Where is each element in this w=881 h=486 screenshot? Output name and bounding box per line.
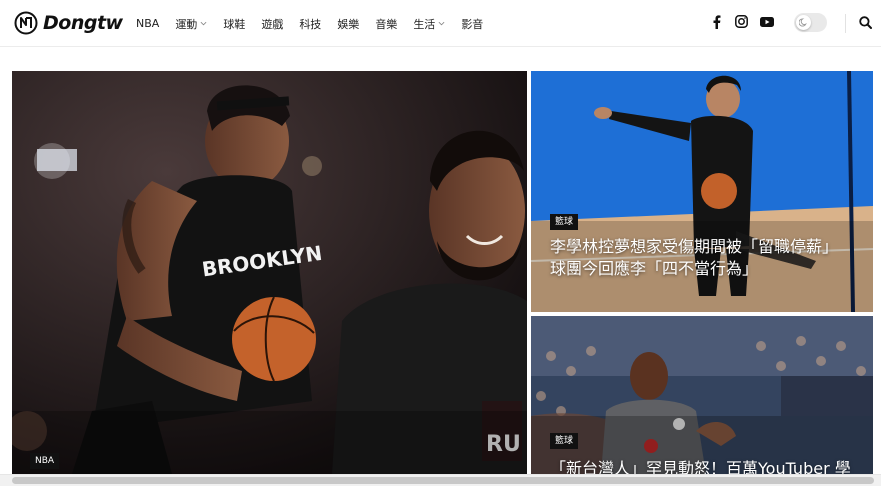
nav-item-label: 運動 [175, 17, 198, 31]
logo-text: Dongtw [43, 12, 123, 34]
hero-right-bottom-image [531, 316, 873, 474]
category-badge[interactable]: NBA [30, 453, 60, 469]
nav-item-label: NBA [136, 17, 160, 30]
horizontal-scrollbar[interactable] [0, 474, 881, 486]
category-badge[interactable]: 籃球 [550, 214, 579, 230]
nav-item-label: 影音 [461, 17, 484, 31]
facebook-link[interactable] [712, 15, 721, 29]
nav-item-video[interactable]: 影音 [461, 16, 483, 32]
nav-item-label: 生活 [413, 17, 436, 31]
hero-main-article[interactable]: BROOKLYN RU NBA [12, 71, 527, 474]
article-title-line: 李學林控夢想家受傷期間被「留職停薪」 [550, 237, 839, 256]
site-logo[interactable]: Dongtw [14, 10, 123, 36]
nav-item-label: 遊戲 [261, 17, 284, 31]
moon-icon [799, 18, 807, 27]
article-title[interactable]: 「新台灣人」罕見動怒！百萬YouTuber 學 [550, 458, 873, 474]
nav-item-tech[interactable]: 科技 [299, 16, 321, 32]
toggle-knob [796, 15, 811, 30]
nav-item-sports[interactable]: 運動 [175, 16, 207, 32]
nav-item-label: 音樂 [375, 17, 398, 31]
category-badge[interactable]: 籃球 [550, 433, 579, 449]
nav-item-sneakers[interactable]: 球鞋 [223, 16, 245, 32]
nav-item-entertainment[interactable]: 娛樂 [337, 16, 359, 32]
site-header: Dongtw NBA 運動 球鞋 遊戲 科技 娛樂 音樂 生活 影音 [0, 0, 881, 47]
chevron-down-icon [438, 21, 445, 26]
nav-item-nba[interactable]: NBA [136, 17, 159, 30]
dark-mode-toggle[interactable] [794, 13, 827, 32]
logo-mark-icon [14, 11, 38, 35]
facebook-icon [713, 15, 721, 29]
search-icon [859, 16, 872, 29]
main-nav: NBA 運動 球鞋 遊戲 科技 娛樂 音樂 生活 影音 [136, 0, 499, 47]
article-title-line: 球團今回應李「四不當行為」 [550, 259, 759, 278]
chevron-down-icon [200, 21, 207, 26]
hero-right-top-article[interactable]: 籃球 李學林控夢想家受傷期間被「留職停薪」 球團今回應李「四不當行為」 [531, 71, 873, 312]
nav-item-label: 球鞋 [223, 17, 246, 31]
nav-item-label: 娛樂 [337, 17, 360, 31]
instagram-link[interactable] [735, 15, 748, 28]
nav-item-label: 科技 [299, 17, 322, 31]
header-divider [845, 14, 846, 33]
hero-main-image: BROOKLYN RU [12, 71, 527, 474]
nav-item-life[interactable]: 生活 [413, 16, 445, 32]
youtube-icon [760, 17, 774, 27]
article-title-line: 「新台灣人」罕見動怒！百萬YouTuber 學 [550, 459, 851, 474]
nav-item-music[interactable]: 音樂 [375, 16, 397, 32]
hero-right-bottom-article[interactable]: 籃球 「新台灣人」罕見動怒！百萬YouTuber 學 [531, 316, 873, 474]
search-button[interactable] [859, 16, 872, 34]
article-title[interactable]: 李學林控夢想家受傷期間被「留職停薪」 球團今回應李「四不當行為」 [550, 236, 870, 280]
instagram-icon [735, 15, 748, 28]
youtube-link[interactable] [760, 17, 774, 27]
scrollbar-thumb[interactable] [12, 477, 874, 484]
nav-item-games[interactable]: 遊戲 [261, 16, 283, 32]
